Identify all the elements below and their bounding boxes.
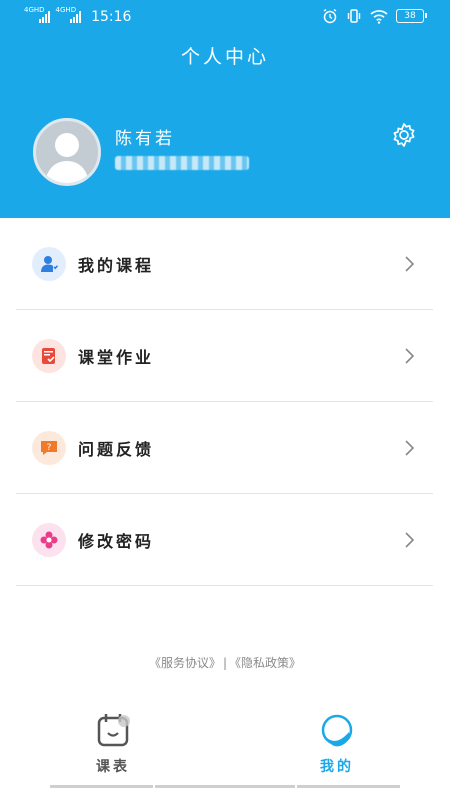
status-bar: 4GHD 4GHD 15:16 38 [0, 0, 450, 34]
user-name: 陈有若 [115, 129, 175, 149]
user-course-icon [32, 247, 66, 281]
home-indicator-right [297, 785, 400, 788]
footer-divider: | [222, 656, 228, 670]
tab-label-schedule: 课表 [96, 759, 130, 775]
avatar[interactable] [33, 118, 101, 186]
footer-links: 《服务协议》 | 《隐私政策》 [0, 654, 450, 671]
masked-phone-number [115, 156, 249, 170]
battery-indicator: 38 [396, 9, 427, 23]
homework-icon [32, 339, 66, 373]
menu-label-feedback: 问题反馈 [78, 440, 155, 459]
tab-label-mine: 我的 [320, 759, 354, 775]
svg-text:?: ? [47, 443, 52, 453]
network-type-2: 4GHD [55, 6, 77, 14]
vibrate-icon [347, 9, 361, 23]
home-indicator-left [50, 785, 153, 788]
menu-list: 我的课程 课堂作业 ? 问题反馈 修改密码 [16, 218, 433, 586]
network-type-1: 4GHD [24, 6, 45, 14]
tab-mine[interactable]: 我的 [287, 712, 387, 776]
menu-item-homework[interactable]: 课堂作业 [16, 310, 433, 402]
feedback-icon: ? [32, 431, 66, 465]
alarm-icon [323, 8, 337, 24]
menu-label-my-courses: 我的课程 [78, 256, 155, 275]
battery-level: 38 [404, 11, 416, 21]
chevron-right-icon [405, 532, 415, 548]
menu-label-change-password: 修改密码 [78, 532, 155, 551]
privacy-policy-link[interactable]: 《隐私政策》 [229, 656, 301, 670]
page-title: 个人中心 [180, 46, 269, 68]
profile-header: 4GHD 4GHD 15:16 38 个人中心 陈有若 [0, 0, 450, 218]
mine-active-icon [321, 714, 353, 747]
clock: 15:16 [91, 9, 132, 25]
menu-item-my-courses[interactable]: 我的课程 [16, 218, 433, 310]
menu-item-change-password[interactable]: 修改密码 [16, 494, 433, 586]
flower-lock-icon [32, 523, 66, 557]
menu-label-homework: 课堂作业 [78, 348, 155, 367]
tab-schedule[interactable]: 课表 [63, 712, 163, 776]
home-indicator-center [155, 785, 295, 788]
chevron-right-icon [405, 440, 415, 456]
wifi-icon [370, 9, 388, 24]
service-agreement-link[interactable]: 《服务协议》 [149, 656, 221, 670]
chevron-right-icon [405, 256, 415, 272]
chevron-right-icon [405, 348, 415, 364]
settings-gear-icon[interactable] [390, 121, 418, 149]
calendar-face-icon [97, 714, 130, 747]
default-avatar-icon [45, 133, 89, 183]
menu-item-feedback[interactable]: ? 问题反馈 [16, 402, 433, 494]
